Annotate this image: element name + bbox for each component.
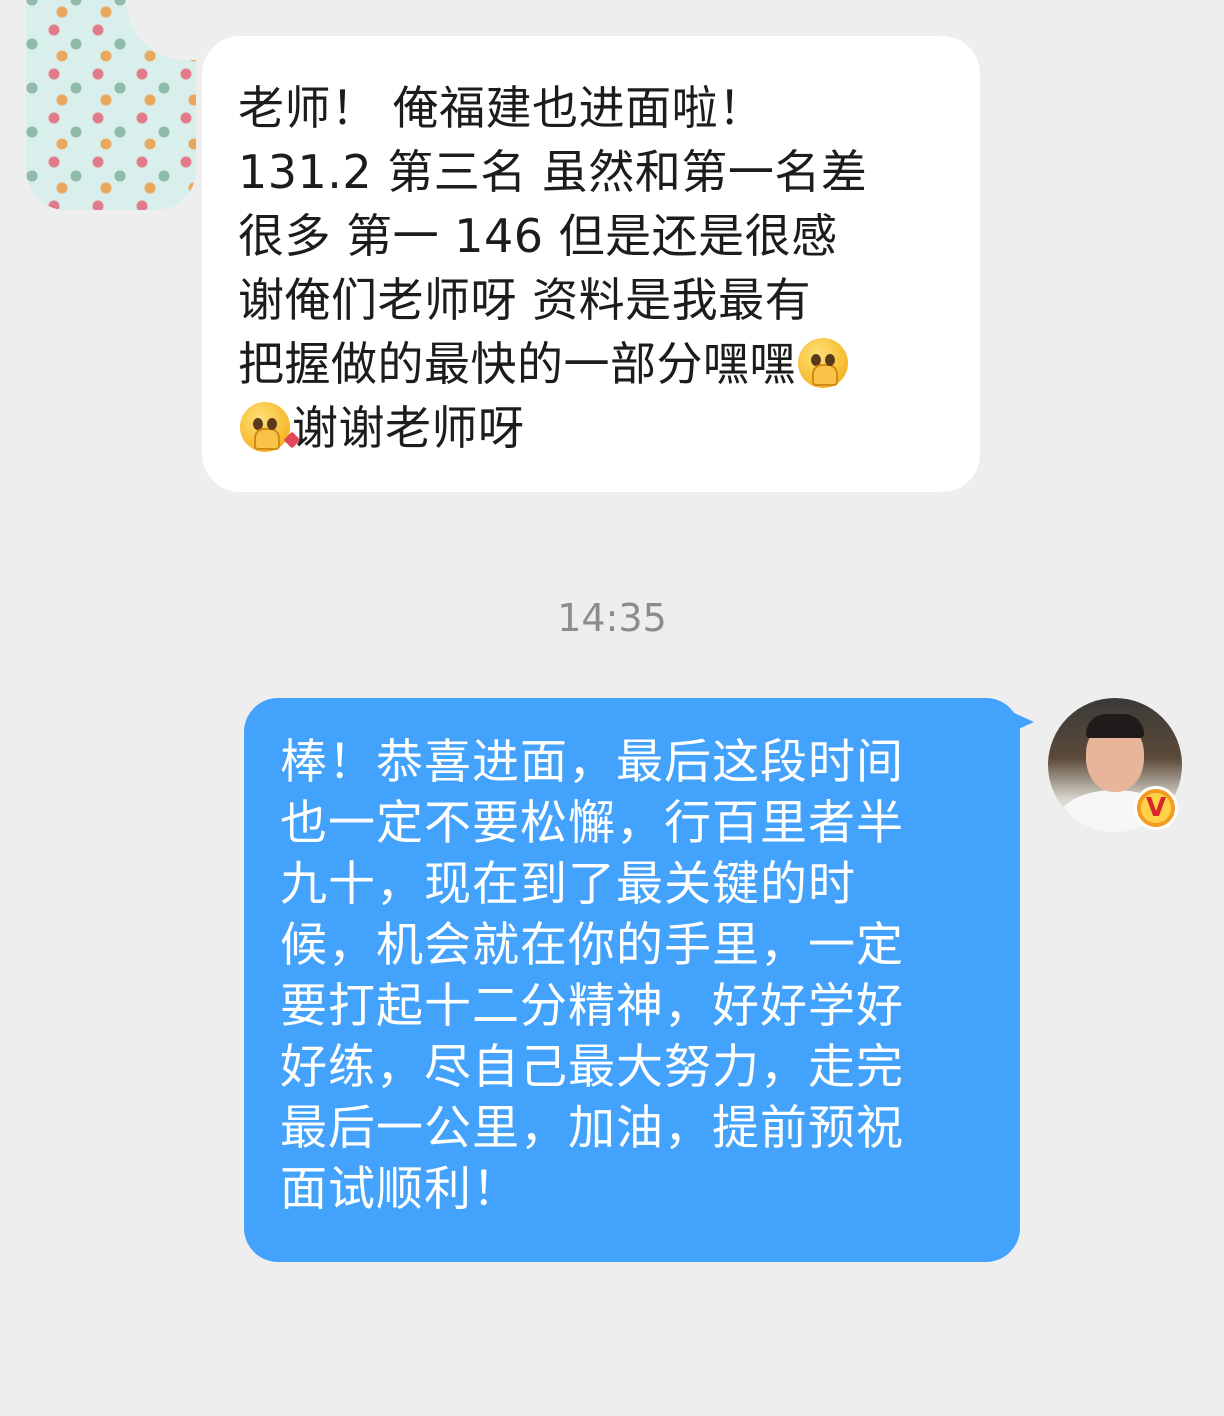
blushing-love-emoji-icon (240, 402, 301, 452)
incoming-message-bubble[interactable]: 老师！ 俺福建也进面啦！ 131.2 第三名 虽然和第一名差 很多 第一 146… (202, 36, 980, 492)
pleading-praying-emoji-icon (798, 338, 848, 388)
message-line: 谢俺们老师呀 资料是我最有 (238, 273, 812, 327)
message-line: 最后一公里，加油，提前预祝 (280, 1101, 904, 1156)
message-line: 面试顺利！ (280, 1162, 520, 1217)
contact-avatar[interactable] (26, 0, 196, 210)
message-line: 棒！恭喜进面，最后这段时间 (280, 735, 904, 790)
verified-badge-letter: V (1141, 793, 1171, 823)
message-line: 好练，尽自己最大努力，走完 (280, 1040, 904, 1095)
message-line: 很多 第一 146 但是还是很感 (238, 209, 838, 263)
message-line-with-emoji: 谢谢老师呀 (238, 396, 944, 460)
message-line: 候，机会就在你的手里，一定 (280, 918, 904, 973)
message-line: 谢谢老师呀 (292, 401, 525, 455)
message-line: 把握做的最快的一部分嘿嘿 (238, 337, 796, 391)
message-line-with-emoji: 把握做的最快的一部分嘿嘿 (238, 332, 944, 396)
message-line: 要打起十二分精神，好好学好 (280, 979, 904, 1034)
message-line: 九十，现在到了最关键的时 (280, 857, 856, 912)
message-line: 也一定不要松懈，行百里者半 (280, 796, 904, 851)
verified-badge-icon: V (1134, 786, 1178, 830)
message-timestamp: 14:35 (557, 596, 667, 640)
message-line: 131.2 第三名 虽然和第一名差 (238, 145, 868, 199)
avatar-hair (1086, 714, 1144, 738)
outgoing-message-bubble[interactable]: 棒！恭喜进面，最后这段时间 也一定不要松懈，行百里者半 九十，现在到了最关键的时… (244, 698, 1034, 1262)
message-line: 老师！ 俺福建也进面啦！ (238, 81, 765, 135)
